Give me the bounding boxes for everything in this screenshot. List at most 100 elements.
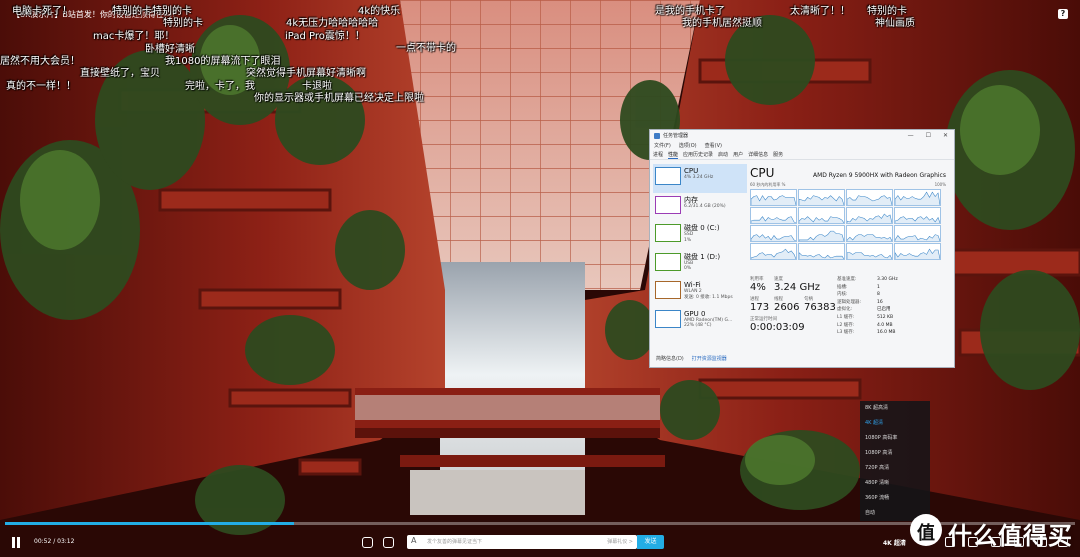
disk-thumbnail-graph (655, 224, 681, 242)
cpu-details: 基准速度: 3.30 GHz 插槽: 1 内核: 8 逻辑处理器: 16 虚拟化: 已启用… (837, 276, 898, 337)
logical-processor-graph (894, 207, 941, 224)
logical-processor-graph (750, 207, 797, 224)
cpu-heading: CPU (750, 166, 775, 180)
tab-processes[interactable]: 进程 (653, 151, 663, 158)
danmaku-input[interactable]: A 发个友善的弹幕见证当下 弹幕礼仪 > (407, 535, 637, 549)
help-icon[interactable]: ? (1058, 9, 1068, 19)
danmaku-comment: 神仙画质 (875, 18, 915, 29)
cpu-model: AMD Ryzen 9 5900HX with Radeon Graphics (812, 172, 946, 179)
detail-value: 1 (877, 284, 880, 290)
detail-value: 4.0 MB (877, 322, 893, 328)
detail-value: 16.0 MB (877, 330, 896, 336)
sidebar-item-label: 磁盘 1 (D:) (684, 252, 721, 261)
logical-processor-graph (798, 207, 845, 224)
tab-performance[interactable]: 性能 (668, 151, 679, 159)
graph-caption: 60 秒内的利用率 % (750, 182, 786, 187)
wifi-thumbnail-graph (655, 281, 681, 299)
detail-key: 基准速度: (837, 277, 857, 282)
tab-app-history[interactable]: 应用历史记录 (683, 151, 713, 158)
progress-fill (5, 522, 294, 525)
sidebar-item-value: 1% (684, 237, 692, 243)
send-button[interactable]: 发送 (637, 535, 664, 549)
danmaku-comment: 完啦，卡了，我 (185, 81, 255, 92)
watermark-text: 什么值得买 (948, 522, 1073, 550)
sidebar-item-label: CPU (684, 167, 699, 175)
logical-processor-graph (846, 189, 893, 206)
sidebar-item-memory[interactable]: 内存 6.2/31.4 GB (20%) (653, 193, 747, 222)
quality-option[interactable]: 1080P 高清 (860, 446, 930, 461)
handles-value: 76383 (804, 302, 836, 313)
sidebar-item-disk-d[interactable]: 磁盘 1 (D:) USB 0% (653, 250, 747, 279)
menu-options[interactable]: 选项(O) (679, 142, 697, 149)
performance-sidebar: CPU 4% 3.24 GHz 内存 6.2/31.4 GB (20%) 磁盘 … (653, 164, 747, 335)
danmaku-comment: 居然不用大会员！ (0, 56, 80, 67)
task-manager-menubar: 文件(F) 选项(O) 查看(V) (650, 141, 954, 150)
task-manager-window[interactable]: 任务管理器 — ☐ ✕ 文件(F) 选项(O) 查看(V) 进程 性能 应用历史… (649, 129, 955, 368)
processes-value: 173 (750, 302, 770, 313)
gpu-thumbnail-graph (655, 309, 681, 328)
uptime-value: 0:00:03:09 (750, 322, 805, 333)
danmaku-comment: 真的不一样！！ (6, 81, 76, 92)
danmaku-comment: 你的显示器或手机屏幕已经决定上限啦 (254, 93, 424, 104)
logical-processor-graphs (750, 189, 946, 260)
task-manager-title: 任务管理器 (663, 133, 689, 139)
logical-processor-graph (750, 243, 797, 260)
sidebar-item-disk-c[interactable]: 磁盘 0 (C:) SSD 1% (653, 221, 747, 250)
danmaku-comment: 直接壁纸了，宝贝 (80, 68, 160, 79)
sidebar-item-label: Wi-Fi (684, 281, 701, 289)
logical-processor-graph (894, 225, 941, 242)
logical-processor-graph (798, 189, 845, 206)
detail-key: 插槽: (837, 284, 848, 290)
quality-option[interactable]: 1080P 高码率 (860, 431, 930, 446)
danmaku-etiquette-link[interactable]: 弹幕礼仪 > (607, 538, 633, 545)
tab-services[interactable]: 服务 (773, 151, 783, 158)
danmaku-comment: 太清晰了！！ (790, 6, 850, 17)
menu-file[interactable]: 文件(F) (654, 142, 671, 149)
danmaku-settings-icon[interactable] (383, 537, 394, 548)
tab-startup[interactable]: 启动 (718, 151, 728, 158)
detail-key: 虚拟化: (837, 307, 853, 313)
danmaku-toggle-icon[interactable] (362, 537, 373, 548)
pause-icon[interactable] (11, 537, 21, 548)
sidebar-item-value: 4% 3.24 GHz (684, 175, 714, 180)
danmaku-comment: 我的手机居然挺顺 (682, 18, 762, 29)
logical-processor-graph (846, 243, 893, 260)
danmaku-style-icon[interactable]: A (411, 536, 416, 545)
quality-option-selected[interactable]: 4K 超清 (860, 416, 930, 431)
minimize-icon[interactable]: — (908, 132, 914, 139)
quality-option[interactable]: 480P 清晰 (860, 476, 930, 491)
cpu-thumbnail-graph (655, 167, 681, 185)
watermark-logo: 值 (910, 514, 942, 546)
menu-view[interactable]: 查看(V) (705, 142, 722, 149)
danmaku-placeholder: 发个友善的弹幕见证当下 (427, 539, 483, 545)
detail-value: 8 (877, 292, 880, 298)
detail-value: 512 KB (877, 314, 894, 320)
sidebar-item-gpu[interactable]: GPU 0 AMD Radeon(TM) G... 22% (48 °C) (653, 307, 747, 336)
close-icon[interactable]: ✕ (943, 132, 948, 139)
sidebar-item-label: 磁盘 0 (C:) (684, 224, 720, 232)
tab-users[interactable]: 用户 (733, 151, 743, 158)
logical-processor-graph (846, 207, 893, 224)
danmaku-comment: 一点不带卡的 (396, 43, 456, 54)
sidebar-item-wifi[interactable]: Wi-Fi WLAN 2 发送: 0 接收: 1.1 Mbps (653, 278, 747, 307)
maximize-icon[interactable]: ☐ (926, 132, 931, 139)
detail-key: 内核: (837, 292, 848, 298)
logical-processor-graph (798, 225, 845, 242)
detail-value: 3.30 GHz (877, 277, 898, 282)
watermark: 值 什么值得买 (908, 513, 1078, 553)
cpu-panel: CPU AMD Ryzen 9 5900HX with Radeon Graph… (750, 166, 946, 260)
quality-option[interactable]: 720P 高清 (860, 461, 930, 476)
quality-option[interactable]: 8K 超高清 (860, 401, 930, 416)
sidebar-item-cpu[interactable]: CPU 4% 3.24 GHz (653, 164, 747, 193)
quality-button[interactable]: 4K 超清 (883, 538, 906, 547)
brief-info-button[interactable]: 简略信息(D) (656, 355, 684, 362)
quality-option[interactable]: 360P 流畅 (860, 491, 930, 506)
open-resource-monitor-link[interactable]: 打开资源监视器 (692, 355, 727, 362)
detail-key: L3 缓存: (837, 330, 855, 336)
tab-details[interactable]: 详细信息 (748, 151, 768, 158)
task-manager-icon (654, 132, 660, 139)
sidebar-item-value: 0% (684, 266, 692, 272)
disk-thumbnail-graph (655, 252, 681, 271)
quality-menu: 8K 超高清 4K 超清 1080P 高码率 1080P 高清 720P 高清 … (860, 401, 930, 521)
logical-processor-graph (750, 225, 797, 242)
